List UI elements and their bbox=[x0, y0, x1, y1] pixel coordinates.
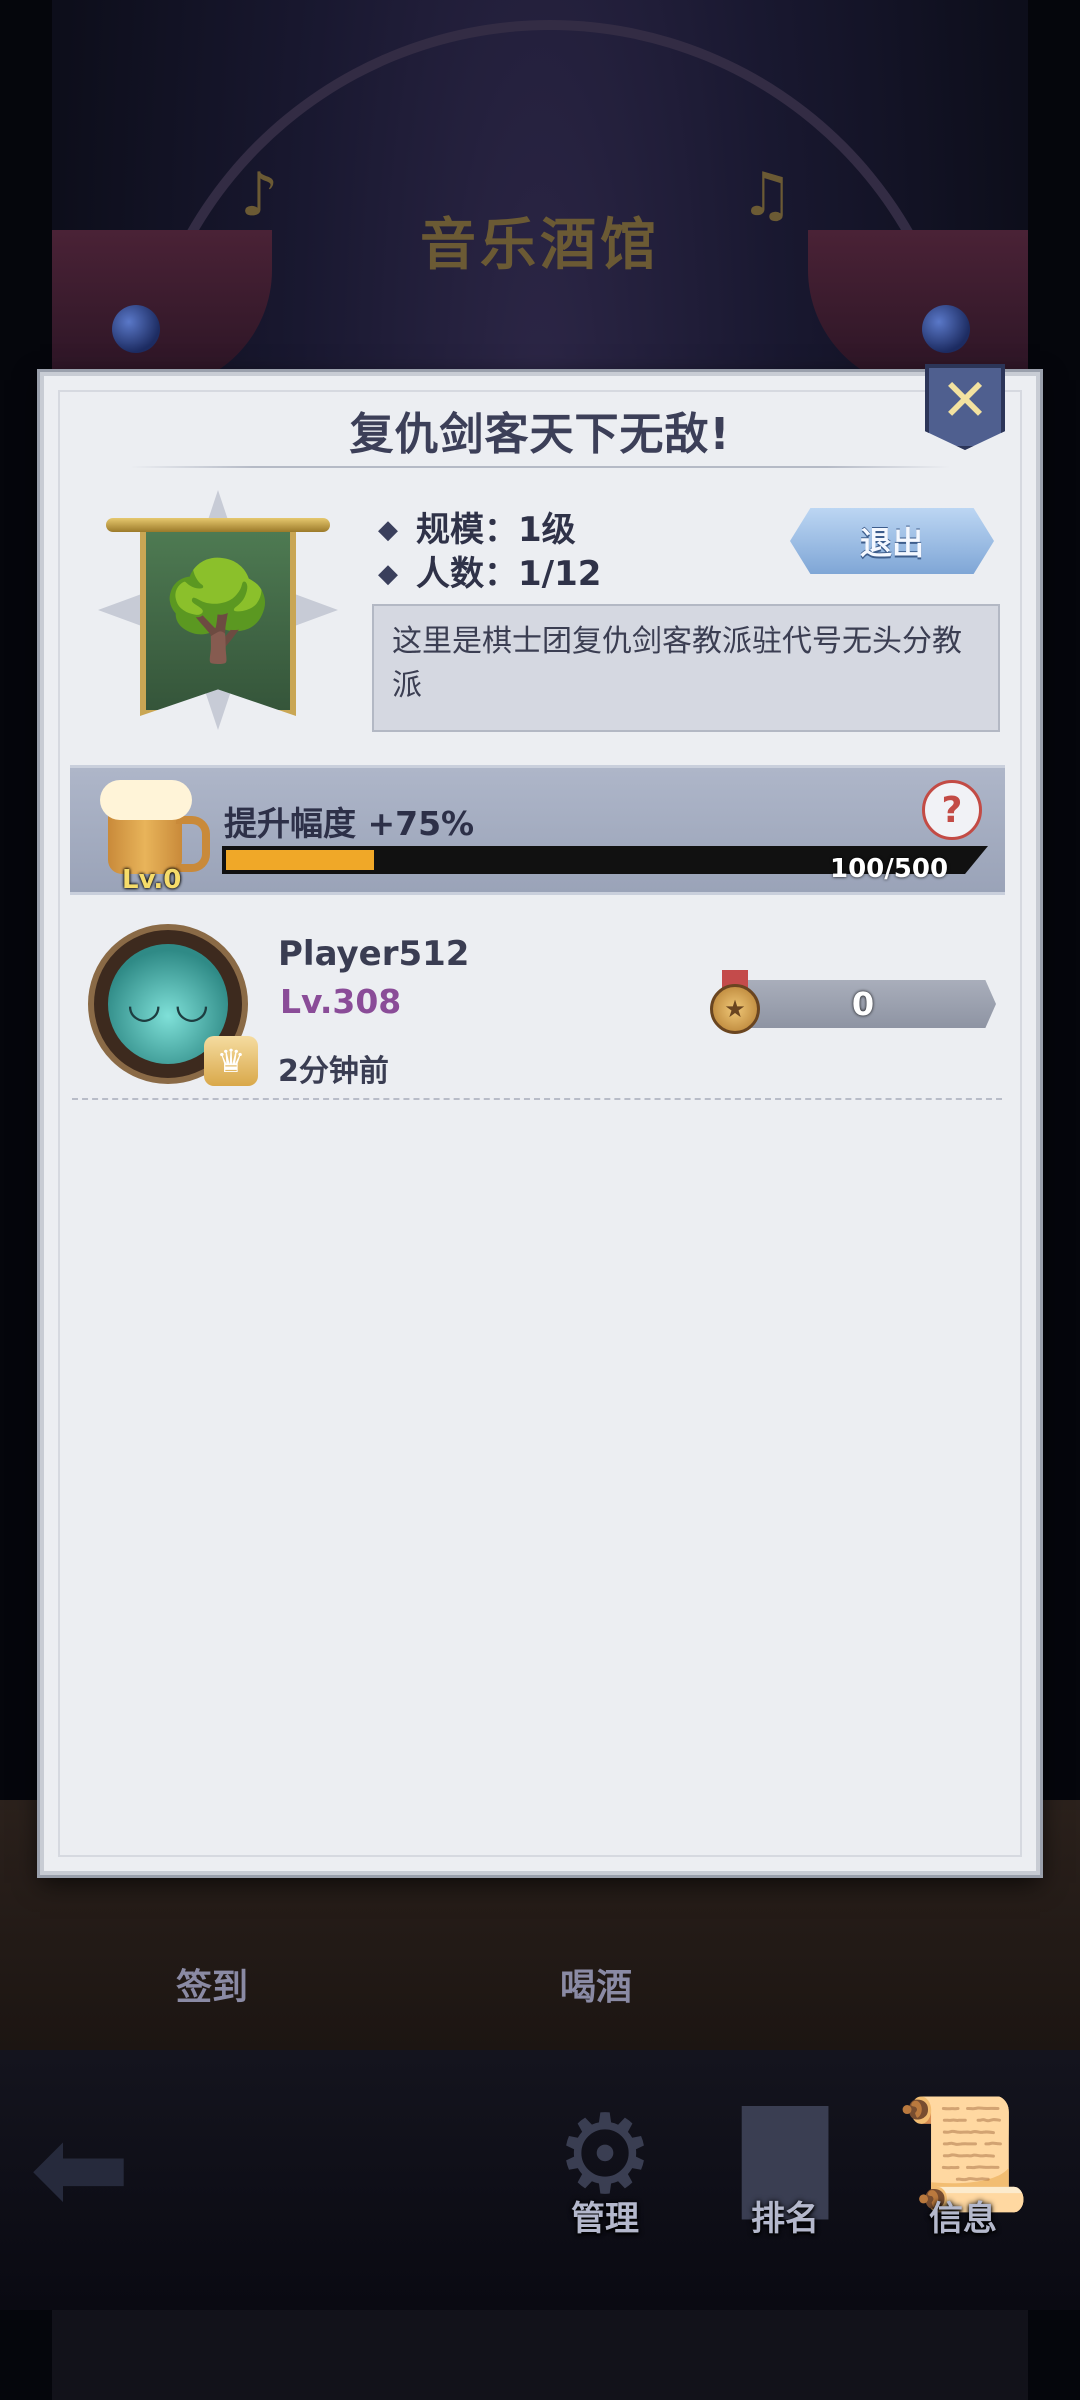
progress-text: 100/500 bbox=[830, 854, 949, 884]
guild-members-text: 人数：1/12 bbox=[416, 554, 602, 594]
guild-scale-text: 规模：1级 bbox=[416, 510, 576, 550]
player-level: Lv.308 bbox=[280, 982, 402, 1021]
ranking-button[interactable]: ▇ 排名 bbox=[710, 2080, 860, 2240]
medal-count-bar: 0 bbox=[730, 980, 996, 1028]
tree-icon: 🌳 bbox=[158, 554, 278, 667]
progress-bar-fill bbox=[226, 850, 374, 870]
diamond-icon: ◆ bbox=[378, 515, 398, 545]
ranking-label: 排名 bbox=[751, 2199, 819, 2239]
footer-strip bbox=[52, 2310, 1028, 2400]
banner-flag: 🌳 bbox=[140, 526, 296, 716]
manage-button[interactable]: ⚙ 管理 bbox=[530, 2080, 680, 2240]
boost-percentage: 提升幅度 +75% bbox=[224, 804, 475, 843]
orb-icon bbox=[922, 305, 970, 353]
manage-label: 管理 bbox=[571, 2199, 639, 2239]
help-button[interactable]: ? bbox=[922, 780, 982, 840]
title-divider bbox=[130, 466, 950, 468]
drink-label[interactable]: 喝酒 bbox=[560, 1958, 632, 2010]
info-button[interactable]: 📜 信息 bbox=[888, 2080, 1038, 2240]
banner-rod bbox=[106, 518, 330, 532]
guild-emblem: 🌳 bbox=[88, 480, 348, 750]
beer-level: Lv.0 bbox=[122, 865, 182, 895]
crown-icon: ♛ bbox=[204, 1036, 258, 1086]
player-name: Player512 bbox=[278, 934, 470, 974]
exit-button[interactable]: 退出 bbox=[790, 508, 994, 574]
guild-scale: ◆ 规模：1级 bbox=[378, 502, 576, 551]
info-label: 信息 bbox=[929, 2199, 997, 2239]
diamond-icon: ◆ bbox=[378, 559, 398, 589]
question-icon: ? bbox=[941, 789, 963, 831]
guild-description: 这里是棋士团复仇剑客教派驻代号无头分教派 bbox=[372, 604, 1000, 732]
guild-members: ◆ 人数：1/12 bbox=[378, 546, 601, 595]
back-arrow-icon[interactable]: ⬅ bbox=[30, 2100, 131, 2239]
checkin-label[interactable]: 签到 bbox=[176, 1958, 248, 2010]
orb-icon bbox=[112, 305, 160, 353]
dialog-title: 复仇剑客天下无敌! bbox=[349, 409, 731, 460]
last-active: 2分钟前 bbox=[278, 1054, 389, 1089]
medal-icon: ★ bbox=[710, 970, 760, 1034]
tavern-sign: 音乐酒馆 bbox=[420, 211, 660, 278]
row-divider bbox=[72, 1098, 1002, 1100]
